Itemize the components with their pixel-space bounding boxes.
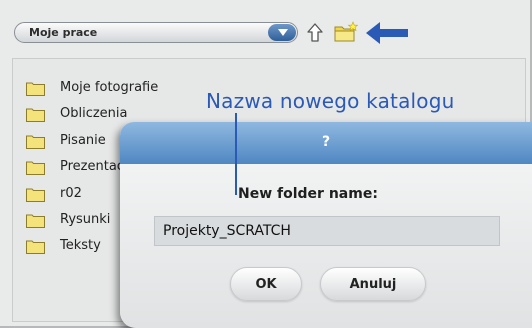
annotation-pointer-line — [235, 113, 237, 195]
chevron-down-icon[interactable] — [268, 24, 296, 41]
folder-icon — [26, 108, 45, 122]
directory-dropdown[interactable]: Moje prace — [14, 22, 298, 43]
folder-icon — [26, 82, 45, 96]
directory-label: Moje prace — [29, 26, 98, 39]
new-folder-dialog: ? New folder name: OK Anuluj — [120, 122, 532, 328]
folder-name: Moje fotografie — [60, 80, 159, 95]
up-arrow-icon[interactable] — [306, 22, 324, 44]
folder-name: Pisanie — [60, 133, 106, 148]
folder-icon — [26, 214, 45, 228]
folder-name: Teksty — [60, 238, 101, 253]
new-folder-name-label: New folder name: — [238, 186, 378, 202]
folder-icon — [26, 188, 45, 202]
arrow-left-icon — [366, 22, 408, 44]
screen: Moje prace Moje fotografie Obliczenia Pi… — [0, 0, 532, 328]
folder-icon — [26, 135, 45, 149]
new-folder-icon[interactable] — [334, 21, 358, 43]
cancel-button[interactable]: Anuluj — [320, 267, 426, 301]
annotation-label: Nazwa nowego katalogu — [206, 89, 455, 113]
folder-name: Obliczenia — [60, 106, 128, 121]
ok-button[interactable]: OK — [230, 267, 302, 301]
folder-name: r02 — [60, 186, 82, 201]
dialog-title: ? — [321, 134, 331, 150]
dialog-titlebar: ? — [120, 122, 532, 164]
folder-name: Rysunki — [60, 212, 111, 227]
folder-name-input[interactable] — [154, 216, 500, 246]
folder-icon — [26, 240, 45, 254]
folder-icon — [26, 161, 45, 175]
